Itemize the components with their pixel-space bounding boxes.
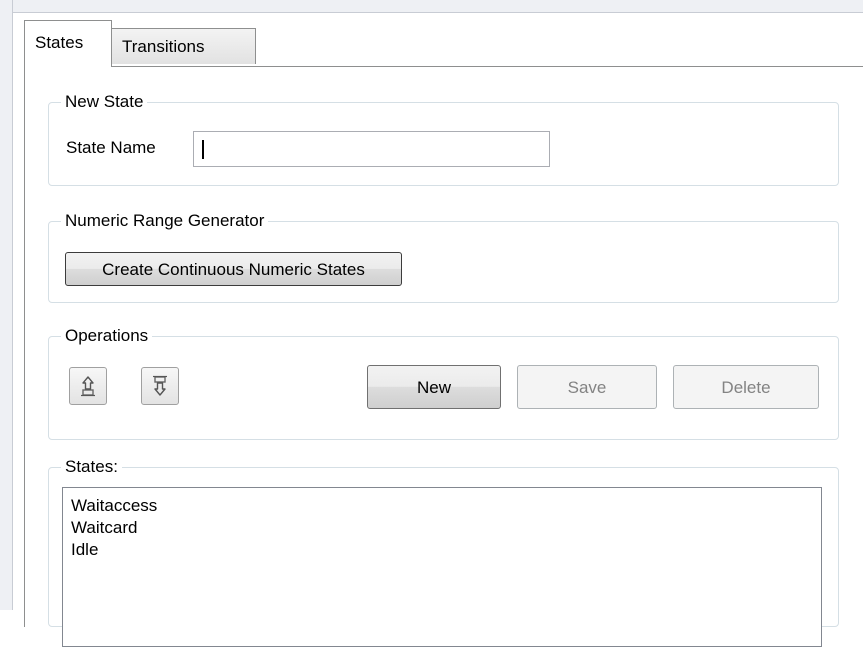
- text-caret: [202, 140, 204, 159]
- move-up-icon: [81, 376, 95, 397]
- save-button[interactable]: Save: [517, 365, 657, 409]
- tab-transitions[interactable]: Transitions: [112, 28, 256, 64]
- states-list-group: States: Waitaccess Waitcard Idle: [48, 456, 839, 647]
- delete-button[interactable]: Delete: [673, 365, 819, 409]
- numeric-range-legend: Numeric Range Generator: [61, 210, 269, 232]
- move-down-icon: [153, 375, 167, 396]
- window-left-border: [0, 0, 13, 610]
- state-name-input[interactable]: [193, 131, 550, 167]
- move-up-button[interactable]: [69, 367, 107, 405]
- new-state-group: New State State Name: [48, 91, 839, 186]
- operations-legend: Operations: [61, 325, 153, 347]
- list-item[interactable]: Waitaccess: [71, 495, 821, 517]
- tab-states[interactable]: States: [24, 20, 112, 67]
- states-listbox[interactable]: Waitaccess Waitcard Idle: [62, 487, 822, 647]
- list-item[interactable]: Idle: [71, 539, 821, 561]
- states-list-legend: States:: [61, 456, 122, 478]
- move-down-button[interactable]: [141, 367, 179, 405]
- operations-group: Operations New Save Delete: [48, 325, 839, 440]
- window-top-border: [0, 0, 863, 13]
- numeric-range-group: Numeric Range Generator Create Continuou…: [48, 210, 839, 303]
- new-button[interactable]: New: [367, 365, 501, 409]
- create-continuous-numeric-states-button[interactable]: Create Continuous Numeric States: [65, 252, 402, 286]
- state-name-label: State Name: [66, 138, 156, 157]
- new-state-legend: New State: [61, 91, 148, 113]
- list-item[interactable]: Waitcard: [71, 517, 821, 539]
